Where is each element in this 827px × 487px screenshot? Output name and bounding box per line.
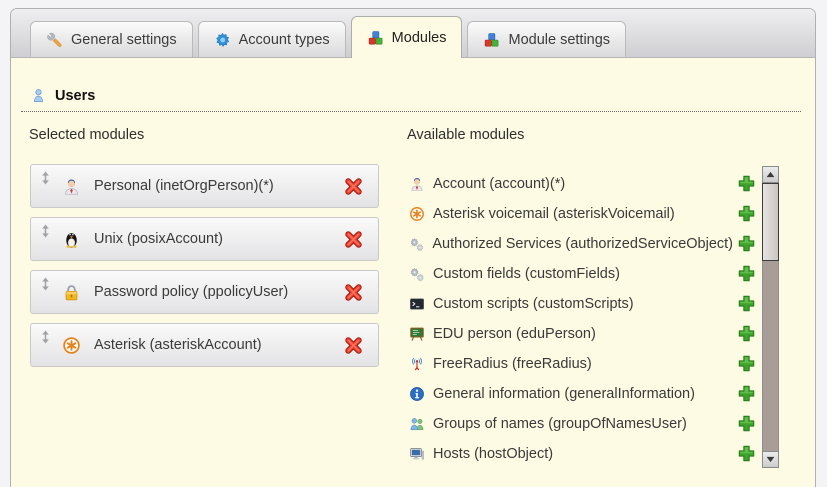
scroll-down-button[interactable] <box>762 451 779 468</box>
module-label: Custom fields (customFields) <box>433 266 620 282</box>
person-icon <box>409 176 425 192</box>
scrollbar-track[interactable] <box>762 183 779 451</box>
red-x-delete-icon[interactable] <box>343 229 364 250</box>
module-label: Asterisk (asteriskAccount) <box>94 337 343 353</box>
group-icon <box>409 416 425 432</box>
green-plus-add-icon[interactable] <box>737 384 756 403</box>
wrench-icon <box>46 32 63 48</box>
available-modules-label: Available modules <box>407 127 524 143</box>
updown-arrow-icon[interactable] <box>41 330 50 344</box>
available-module-row: Asterisk voicemail (asteriskVoicemail) <box>409 199 759 229</box>
module-label: Password policy (ppolicyUser) <box>94 284 343 300</box>
green-plus-add-icon[interactable] <box>737 354 756 373</box>
available-module-row: Account (account)(*) <box>409 169 759 199</box>
updown-arrow-icon[interactable] <box>41 224 50 238</box>
modules-icon <box>367 30 384 46</box>
green-plus-add-icon[interactable] <box>737 204 756 223</box>
computer-icon <box>409 446 425 462</box>
available-module-row: Custom fields (customFields) <box>409 259 759 289</box>
tab-label: Account types <box>239 32 330 48</box>
tab-label: Modules <box>392 30 447 46</box>
green-plus-add-icon[interactable] <box>737 324 756 343</box>
modules-icon <box>483 32 500 48</box>
green-plus-add-icon[interactable] <box>737 414 756 433</box>
triangle-down-icon <box>766 456 775 463</box>
section-title: Users <box>55 88 95 104</box>
selected-modules-list: Personal (inetOrgPerson)(*) Unix (posixA… <box>30 164 379 376</box>
tab-account-types[interactable]: Account types <box>198 21 346 57</box>
module-label: General information (generalInformation) <box>433 386 695 402</box>
tab-module-settings[interactable]: Module settings <box>467 21 626 57</box>
tab-modules[interactable]: Modules <box>351 16 463 58</box>
module-label: Groups of names (groupOfNamesUser) <box>433 416 687 432</box>
lock-icon <box>62 283 81 302</box>
available-module-row: FreeRadius (freeRadius) <box>409 349 759 379</box>
available-module-row: Authorized Services (authorizedServiceOb… <box>409 229 759 259</box>
green-plus-add-icon[interactable] <box>737 234 756 253</box>
asterisk-icon <box>62 336 81 355</box>
module-label: Asterisk voicemail (asteriskVoicemail) <box>433 206 675 222</box>
chalkboard-icon <box>409 326 425 342</box>
module-label: Personal (inetOrgPerson)(*) <box>94 178 343 194</box>
selected-modules-label: Selected modules <box>29 127 144 143</box>
module-label: EDU person (eduPerson) <box>433 326 596 342</box>
updown-arrow-icon[interactable] <box>41 277 50 291</box>
available-module-row: EDU person (eduPerson) <box>409 319 759 349</box>
tab-bar: General settings Account types Modules M… <box>11 9 815 58</box>
asterisk-icon <box>409 206 425 222</box>
configuration-window: General settings Account types Modules M… <box>10 8 816 487</box>
scroll-up-button[interactable] <box>762 166 779 183</box>
users-section-header: Users <box>21 87 801 112</box>
gear-icon <box>214 32 231 48</box>
selected-module-row[interactable]: Password policy (ppolicyUser) <box>30 270 379 314</box>
available-modules-list: Account (account)(*) Asterisk voicemail … <box>409 169 759 469</box>
tab-label: Module settings <box>508 32 610 48</box>
green-plus-add-icon[interactable] <box>737 294 756 313</box>
available-module-row: Hosts (hostObject) <box>409 439 759 469</box>
selected-module-row[interactable]: Asterisk (asteriskAccount) <box>30 323 379 367</box>
module-label: Account (account)(*) <box>433 176 565 192</box>
available-modules-scrollbar[interactable] <box>762 166 779 468</box>
module-label: Hosts (hostObject) <box>433 446 553 462</box>
red-x-delete-icon[interactable] <box>343 176 364 197</box>
penguin-icon <box>62 230 81 249</box>
gears-icon <box>409 266 425 282</box>
green-plus-add-icon[interactable] <box>737 264 756 283</box>
gears-icon <box>409 236 424 252</box>
terminal-icon <box>409 296 425 312</box>
info-icon <box>409 386 425 402</box>
person-icon <box>62 177 81 196</box>
modules-tab-content: Users Selected modules Available modules… <box>11 59 815 487</box>
selected-module-row[interactable]: Personal (inetOrgPerson)(*) <box>30 164 379 208</box>
module-label: Authorized Services (authorizedServiceOb… <box>432 236 733 252</box>
module-label: Unix (posixAccount) <box>94 231 343 247</box>
antenna-icon <box>409 356 425 372</box>
user-icon <box>31 87 46 104</box>
green-plus-add-icon[interactable] <box>737 174 756 193</box>
module-label: FreeRadius (freeRadius) <box>433 356 592 372</box>
available-module-row: General information (generalInformation) <box>409 379 759 409</box>
available-module-row: Groups of names (groupOfNamesUser) <box>409 409 759 439</box>
module-label: Custom scripts (customScripts) <box>433 296 634 312</box>
available-module-row: Custom scripts (customScripts) <box>409 289 759 319</box>
red-x-delete-icon[interactable] <box>343 335 364 356</box>
tab-general-settings[interactable]: General settings <box>30 21 193 57</box>
tab-label: General settings <box>71 32 177 48</box>
green-plus-add-icon[interactable] <box>737 444 756 463</box>
triangle-up-icon <box>766 171 775 178</box>
selected-module-row[interactable]: Unix (posixAccount) <box>30 217 379 261</box>
updown-arrow-icon[interactable] <box>41 171 50 185</box>
red-x-delete-icon[interactable] <box>343 282 364 303</box>
scrollbar-thumb[interactable] <box>762 183 779 261</box>
